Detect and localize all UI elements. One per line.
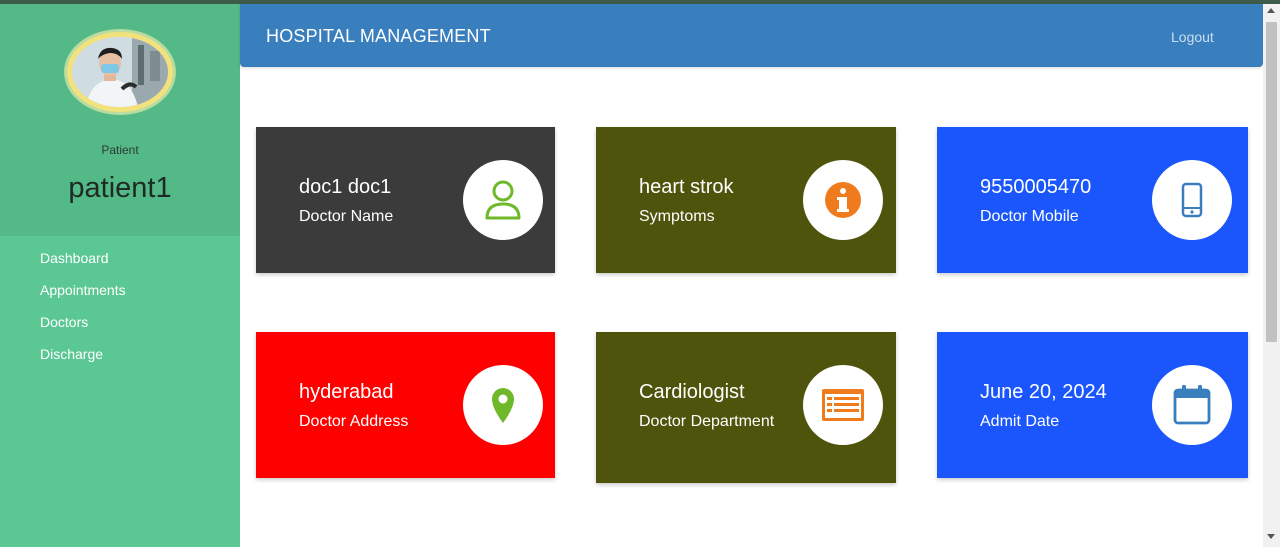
- card-label: Doctor Address: [299, 413, 409, 430]
- card-icon-circle: [803, 365, 883, 445]
- logout-link[interactable]: Logout: [1171, 29, 1214, 45]
- card-value: hyderabad: [299, 381, 394, 403]
- vertical-scrollbar[interactable]: [1263, 4, 1280, 547]
- sidebar-nav: Dashboard Appointments Doctors Discharge: [40, 249, 126, 377]
- avatar-frame: [67, 32, 173, 112]
- list-card-icon: [822, 389, 864, 421]
- sidebar-item-appointments[interactable]: Appointments: [40, 281, 126, 313]
- card-label: Doctor Department: [639, 413, 775, 430]
- card-label: Symptoms: [639, 208, 715, 225]
- profile-panel: Patient patient1: [0, 4, 240, 236]
- card-value: Cardiologist: [639, 381, 745, 403]
- avatar: [72, 37, 168, 107]
- card-label: Doctor Name: [299, 208, 394, 225]
- sidebar-item-discharge[interactable]: Discharge: [40, 345, 126, 377]
- card-icon-circle: [1152, 365, 1232, 445]
- card-label: Admit Date: [980, 413, 1060, 430]
- map-pin-icon: [492, 388, 514, 423]
- admit-date-card: June 20, 2024 Admit Date: [937, 332, 1248, 478]
- card-icon-circle: [1152, 160, 1232, 240]
- sidebar: Patient patient1 Dashboard Appointments …: [0, 4, 240, 547]
- card-label: Doctor Mobile: [980, 208, 1079, 225]
- top-header: HOSPITAL MANAGEMENT Logout: [240, 4, 1263, 67]
- doctor-address-card: hyderabad Doctor Address: [256, 332, 555, 478]
- scroll-up-arrow-icon[interactable]: [1267, 8, 1275, 13]
- card-value: doc1 doc1: [299, 176, 392, 198]
- user-role: Patient: [101, 143, 139, 157]
- symptoms-card: heart strok Symptoms: [596, 127, 896, 273]
- user-icon: [485, 180, 521, 220]
- card-icon-circle: [803, 160, 883, 240]
- doctor-mobile-card: 9550005470 Doctor Mobile: [937, 127, 1248, 273]
- card-icon-circle: [463, 365, 543, 445]
- scroll-thumb[interactable]: [1266, 22, 1277, 342]
- doctor-name-card: doc1 doc1 Doctor Name: [256, 127, 555, 273]
- info-icon: [825, 182, 861, 218]
- sidebar-item-dashboard[interactable]: Dashboard: [40, 249, 126, 281]
- calendar-icon: [1173, 385, 1211, 425]
- doctor-department-card: Cardiologist Doctor Department: [596, 332, 896, 483]
- mobile-icon: [1181, 182, 1203, 218]
- card-icon-circle: [463, 160, 543, 240]
- card-value: June 20, 2024: [980, 381, 1107, 403]
- sidebar-item-doctors[interactable]: Doctors: [40, 313, 126, 345]
- scroll-down-arrow-icon[interactable]: [1267, 534, 1275, 539]
- card-value: heart strok: [639, 176, 734, 198]
- app-title: HOSPITAL MANAGEMENT: [266, 26, 491, 46]
- card-value: 9550005470: [980, 176, 1092, 198]
- username: patient1: [68, 172, 172, 204]
